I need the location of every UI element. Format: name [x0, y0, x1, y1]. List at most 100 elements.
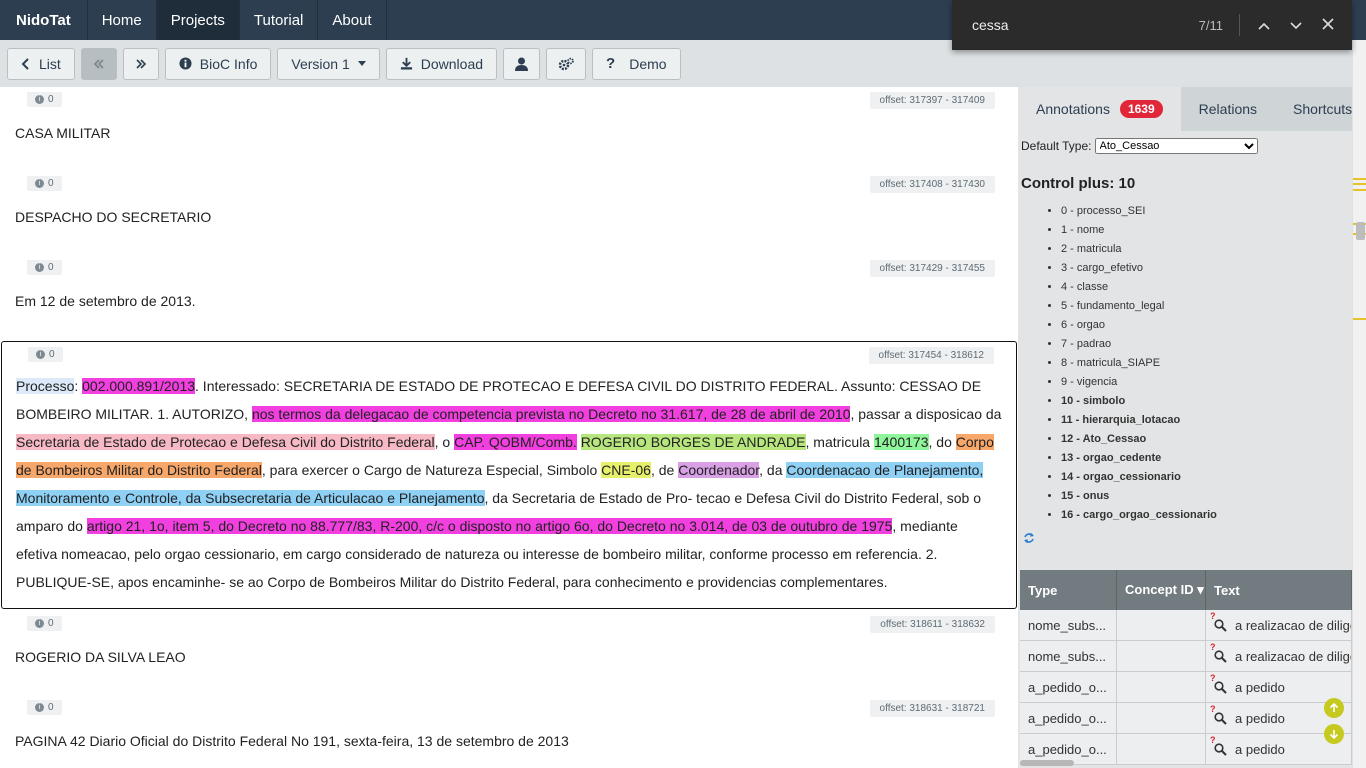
- annotation-table: Type Concept ID ▾ Text nome_subs... ? a r…: [1020, 570, 1352, 765]
- tab-relations[interactable]: Relations: [1181, 87, 1275, 131]
- passage[interactable]: i0 offset: 317397 - 317409 CASA MILITAR: [1, 87, 1017, 171]
- panel-tabs: Annotations 1639 Relations Shortcuts: [1018, 87, 1352, 131]
- column-text[interactable]: Text: [1206, 570, 1352, 610]
- passage-text[interactable]: PAGINA 42 Diario Oficial do Distrito Fed…: [15, 725, 1003, 768]
- list-button[interactable]: List: [7, 47, 75, 80]
- download-label: Download: [420, 55, 484, 72]
- search-icon[interactable]: ?: [1210, 611, 1227, 632]
- type-item[interactable]: 16 - cargo_orgao_cessionario: [1061, 506, 1352, 525]
- annotation-count-badge[interactable]: i0: [27, 176, 62, 191]
- type-item[interactable]: 15 - onus: [1061, 487, 1352, 506]
- type-item[interactable]: 1 - nome: [1061, 221, 1352, 240]
- annotation-count-badge[interactable]: i0: [27, 92, 62, 107]
- bioc-info-button[interactable]: BioC Info: [164, 47, 272, 80]
- annotation-nome[interactable]: ROGERIO BORGES DE ANDRADE: [580, 434, 806, 450]
- info-icon: i: [36, 350, 45, 359]
- annotation-cargo-efetivo[interactable]: CAP. QOBM/Comb.: [454, 434, 577, 450]
- previous-document-button[interactable]: [80, 47, 117, 80]
- next-document-button[interactable]: [122, 47, 159, 80]
- offset-label: offset: 317408 - 317430: [869, 176, 995, 193]
- scroll-down-button[interactable]: [1324, 724, 1344, 744]
- type-item[interactable]: 10 - simbolo: [1061, 392, 1352, 411]
- annotation-count-badge[interactable]: i0: [28, 347, 63, 362]
- refresh-button[interactable]: [1018, 525, 1352, 551]
- download-button[interactable]: Download: [385, 47, 498, 80]
- type-item[interactable]: 3 - cargo_efetivo: [1061, 259, 1352, 278]
- version-dropdown[interactable]: Version 1: [277, 47, 380, 80]
- annotation-count-badge[interactable]: i0: [27, 700, 62, 715]
- column-type[interactable]: Type: [1020, 570, 1117, 610]
- find-previous-button[interactable]: [1248, 17, 1280, 33]
- annotation-matricula[interactable]: 1400173: [873, 434, 929, 450]
- type-item[interactable]: 9 - vigencia: [1061, 373, 1352, 392]
- brand-logo[interactable]: NidoTat: [0, 0, 88, 40]
- scrollbar-thumb[interactable]: [1356, 222, 1365, 240]
- annotation-orgao-cessionario[interactable]: Secretaria de Estado de Protecao e Defes…: [16, 434, 435, 450]
- find-marker: [1353, 183, 1366, 185]
- type-item[interactable]: 12 - Ato_Cessao: [1061, 430, 1352, 449]
- search-icon[interactable]: ?: [1210, 642, 1227, 663]
- annotation-fundamento-legal[interactable]: artigo 21, 1o, item 5, do Decreto no 88.…: [86, 518, 893, 534]
- nav-projects[interactable]: Projects: [156, 0, 240, 40]
- nav-home[interactable]: Home: [88, 0, 157, 40]
- page-scrollbar[interactable]: [1352, 40, 1366, 768]
- search-icon[interactable]: ?: [1210, 704, 1227, 725]
- passage[interactable]: i0 offset: 318611 - 318632 ROGERIO DA SI…: [1, 611, 1017, 695]
- demo-button[interactable]: ? Demo: [592, 47, 681, 80]
- cogs-icon: [558, 57, 574, 71]
- table-row[interactable]: a_pedido_o... ? a pedido: [1020, 703, 1352, 734]
- demo-label: Demo: [629, 55, 667, 72]
- type-item[interactable]: 5 - fundamento_legal: [1061, 297, 1352, 316]
- search-icon[interactable]: ?: [1210, 735, 1227, 756]
- annotation-simbolo[interactable]: CNE-06: [601, 462, 651, 478]
- scroll-up-button[interactable]: [1324, 698, 1344, 718]
- type-item[interactable]: 6 - orgao: [1061, 316, 1352, 335]
- type-item[interactable]: 2 - matricula: [1061, 240, 1352, 259]
- passage-text[interactable]: ROGERIO DA SILVA LEAO: [15, 641, 1003, 695]
- annotation-processo[interactable]: 002.000.891/2013: [82, 378, 196, 394]
- question-icon: ?: [606, 55, 616, 72]
- passage-text[interactable]: Em 12 de setembro de 2013.: [15, 285, 1003, 339]
- tab-shortcuts[interactable]: Shortcuts: [1275, 87, 1352, 131]
- arrow-up-icon: [1329, 703, 1339, 712]
- find-marker: [1353, 189, 1366, 191]
- column-concept-id[interactable]: Concept ID ▾: [1117, 570, 1206, 610]
- default-type-select[interactable]: Ato_Cessao: [1094, 138, 1258, 154]
- annotation-fundamento[interactable]: nos termos da delegacao de competencia p…: [251, 406, 851, 422]
- find-next-button[interactable]: [1280, 17, 1312, 33]
- nav-about[interactable]: About: [318, 0, 387, 40]
- passage[interactable]: i0 offset: 317408 - 317430 DESPACHO DO S…: [1, 171, 1017, 255]
- passage[interactable]: i0 offset: 317429 - 317455 Em 12 de sete…: [1, 255, 1017, 339]
- type-item[interactable]: 14 - orgao_cessionario: [1061, 468, 1352, 487]
- find-match[interactable]: Processo: [16, 378, 75, 394]
- passage-text[interactable]: DESPACHO DO SECRETARIO: [15, 201, 1003, 255]
- table-header: Type Concept ID ▾ Text: [1020, 570, 1352, 610]
- tab-annotations[interactable]: Annotations 1639: [1018, 87, 1181, 131]
- passage[interactable]: i0 offset: 318631 - 318721 PAGINA 42 Dia…: [1, 695, 1017, 768]
- refresh-icon: [1023, 531, 1035, 547]
- table-row[interactable]: a_pedido_o... ? a pedido: [1020, 672, 1352, 703]
- type-item[interactable]: 8 - matricula_SIAPE: [1061, 354, 1352, 373]
- user-button[interactable]: [503, 47, 541, 80]
- passage-text[interactable]: CASA MILITAR: [15, 117, 1003, 171]
- type-item[interactable]: 0 - processo_SEI: [1061, 202, 1352, 221]
- annotation-count-badge[interactable]: i0: [27, 260, 62, 275]
- search-icon[interactable]: ?: [1210, 673, 1227, 694]
- annotation-cargo[interactable]: Coordenador: [678, 462, 760, 478]
- selected-passage[interactable]: i0 offset: 317454 - 318612 Processo: 002…: [1, 341, 1017, 609]
- type-item[interactable]: 7 - padrao: [1061, 335, 1352, 354]
- annotation-count-badge[interactable]: i0: [27, 616, 62, 631]
- settings-button[interactable]: [546, 47, 587, 80]
- offset-label: offset: 317454 - 318612: [868, 347, 994, 364]
- table-row[interactable]: nome_subs... ? a realizacao de diligen: [1020, 641, 1352, 672]
- type-item[interactable]: 13 - orgao_cedente: [1061, 449, 1352, 468]
- type-item[interactable]: 4 - classe: [1061, 278, 1352, 297]
- find-close-button[interactable]: [1312, 17, 1344, 33]
- passage-text[interactable]: Processo: 002.000.891/2013. Interessado:…: [16, 372, 1002, 608]
- table-horizontal-scrollbar[interactable]: [1020, 760, 1074, 766]
- table-row[interactable]: nome_subs... ? a realizacao de diligen: [1020, 610, 1352, 641]
- type-shortcut-list: 0 - processo_SEI 1 - nome 2 - matricula …: [1018, 202, 1352, 525]
- type-item[interactable]: 11 - hierarquia_lotacao: [1061, 411, 1352, 430]
- find-input[interactable]: cessa: [952, 17, 1199, 33]
- nav-tutorial[interactable]: Tutorial: [240, 0, 319, 40]
